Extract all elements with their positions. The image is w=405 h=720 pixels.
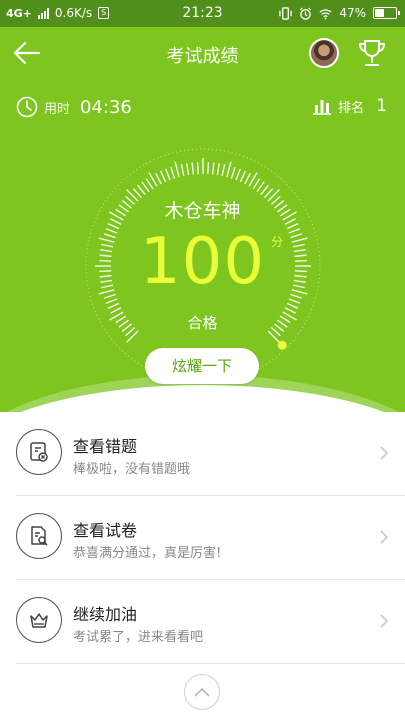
score-hero: 考试成绩 用时 04:36 排名 1 木仓车神 100 分 合格 炫耀一下	[0, 27, 405, 412]
dial-tick	[211, 162, 215, 175]
dial-tick	[239, 170, 246, 183]
share-button[interactable]: 炫耀一下	[145, 348, 259, 384]
dial-tick	[137, 184, 146, 195]
dial-tick	[235, 168, 241, 181]
status-bar-right: 47%	[279, 6, 400, 20]
trophy-icon[interactable]	[357, 38, 387, 68]
dial-tick	[196, 162, 199, 175]
battery-icon	[373, 7, 400, 19]
dial-tick	[170, 166, 176, 179]
battery-percent: 47%	[339, 6, 366, 20]
user-title: 木仓车神	[164, 200, 241, 222]
dial-tick	[252, 178, 261, 190]
dial-tick	[216, 163, 220, 176]
rank[interactable]: 排名 1	[312, 96, 387, 116]
item-subtitle: 恭喜满分通过，真是厉害!	[73, 546, 222, 561]
score-unit: 分	[271, 235, 284, 249]
action-list: 查看错题 棒极啦，没有错题哦 查看试卷 恭喜满分通过，真是厉害! 继续加油 考试…	[0, 412, 405, 664]
dial-tick	[155, 173, 162, 185]
dial-tick	[107, 302, 120, 309]
page-title: 考试成绩	[166, 46, 239, 67]
crown-icon	[16, 597, 62, 643]
scroll-up-button[interactable]	[184, 674, 220, 710]
item-title: 查看错题	[73, 437, 138, 456]
dial-tick	[165, 168, 171, 181]
score-value: 100	[139, 225, 266, 299]
chevron-right-icon	[380, 614, 389, 628]
chevron-right-icon	[380, 530, 389, 544]
bar-chart-icon	[313, 100, 332, 115]
dial-tick	[230, 166, 236, 179]
item-title: 继续加油	[73, 605, 138, 624]
alarm-icon	[300, 7, 312, 20]
list-item-keep-going[interactable]: 继续加油 考试累了，进来看看吧	[16, 580, 405, 664]
dial-tick	[141, 181, 150, 192]
vibrate-icon	[279, 6, 293, 20]
dial-tick	[160, 170, 167, 183]
dial-tick	[191, 162, 195, 175]
item-subtitle: 考试累了，进来看看吧	[73, 630, 204, 645]
dial-tick	[221, 164, 226, 177]
dial-tick	[226, 161, 232, 178]
list-item-wrong-questions[interactable]: 查看错题 棒极啦，没有错题哦	[16, 412, 405, 496]
dial-tick	[145, 178, 154, 190]
status-bar: 4G+ 0.6K/s S 21:23 47%	[0, 0, 405, 27]
pass-status: 合格	[187, 314, 218, 332]
list-item-review-paper[interactable]: 查看试卷 恭喜满分通过，真是厉害!	[16, 496, 405, 580]
rank-label: 排名	[338, 100, 365, 116]
item-subtitle: 棒极啦，没有错题哦	[73, 462, 191, 477]
time-value: 04:36	[80, 96, 132, 118]
item-title: 查看试卷	[73, 521, 138, 540]
clock-icon	[16, 96, 38, 118]
dial-tick	[260, 184, 269, 195]
dial-marker	[277, 340, 287, 350]
dial-tick	[256, 181, 265, 192]
dial-tick	[286, 302, 299, 309]
wifi-icon	[319, 8, 332, 19]
time-label: 用时	[44, 101, 71, 117]
elapsed-time: 用时 04:36	[16, 96, 132, 118]
review-paper-icon	[16, 513, 62, 559]
wrong-questions-icon	[16, 429, 62, 475]
dial-tick	[180, 164, 185, 177]
dial-tick	[288, 298, 301, 304]
dial-tick	[244, 173, 251, 185]
dial-tick	[186, 163, 190, 176]
dial-tick	[105, 298, 118, 304]
dial-tick	[207, 162, 210, 175]
chevron-up-icon	[194, 687, 210, 697]
avatar[interactable]	[309, 38, 339, 68]
chevron-right-icon	[380, 446, 389, 460]
dial-tick	[174, 161, 180, 178]
rank-value: 1	[376, 96, 387, 116]
